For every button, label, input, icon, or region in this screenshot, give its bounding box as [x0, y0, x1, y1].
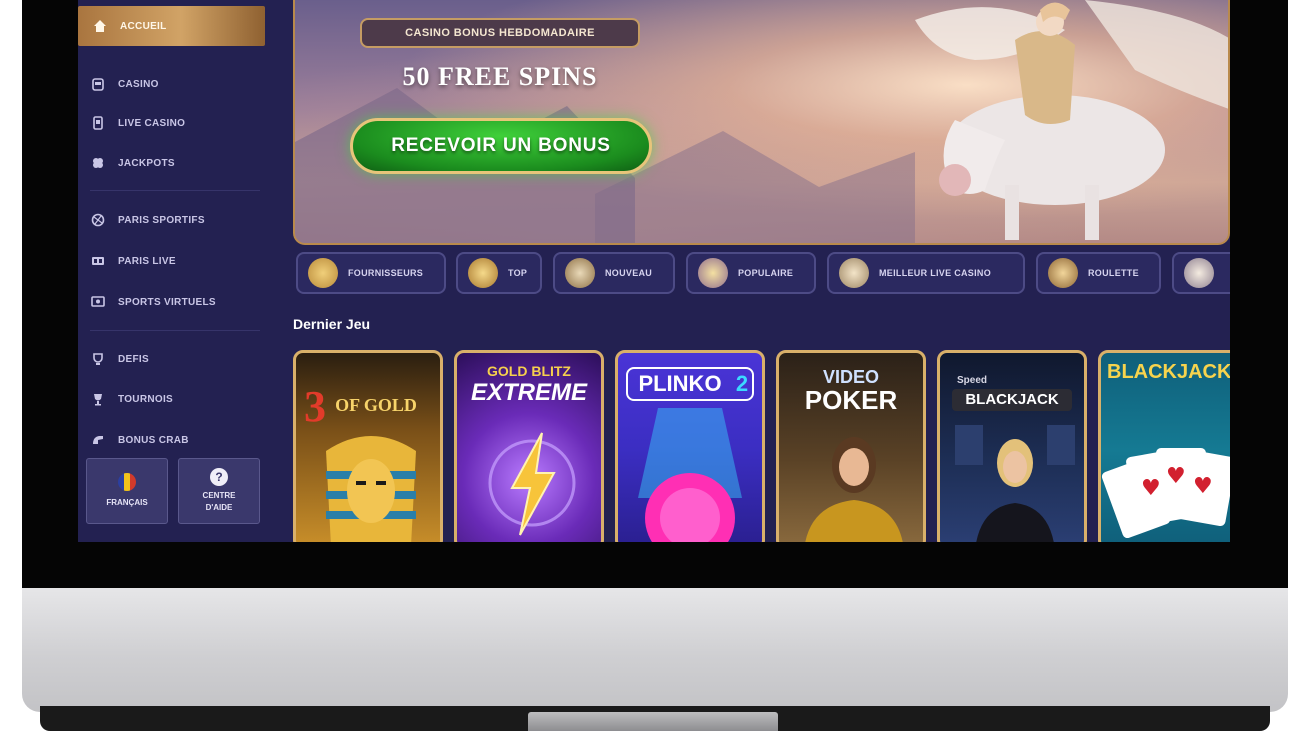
roulette-icon [1048, 258, 1078, 288]
sidebar-item-label: PARIS LIVE [118, 255, 176, 267]
crown-icon [698, 258, 728, 288]
game-title: EXTREME [470, 379, 587, 406]
chips-icon [839, 258, 869, 288]
sidebar-item-jackpots[interactable]: JACKPOTS [90, 151, 175, 175]
cup-icon [90, 391, 106, 407]
game-title: POKER [804, 385, 898, 415]
svg-text:♥: ♥ [1193, 474, 1213, 499]
help-label-line1: CENTRE [202, 491, 236, 500]
sidebar-item-casino[interactable]: CASINO [90, 72, 159, 96]
lightning-icon [488, 432, 576, 536]
category-roulette[interactable]: ROULETTE [1036, 252, 1161, 294]
help-center-button[interactable]: ? CENTRE D'AIDE [178, 458, 260, 524]
help-label-line2: D'AIDE [205, 503, 233, 512]
pharaoh-art [326, 436, 416, 542]
category-more[interactable] [1172, 252, 1230, 294]
scoreboard-icon [90, 253, 106, 269]
sidebar-divider [90, 190, 260, 191]
category-label: TOP [508, 268, 528, 278]
sidebar-item-label: LIVE CASINO [118, 117, 186, 129]
category-fournisseurs[interactable]: FOURNISSEURS [296, 252, 446, 294]
sidebar-item-label: DEFIS [118, 353, 149, 365]
receive-bonus-label: RECEVOIR UN BONUS [391, 135, 611, 156]
game-title: BLACKJACK [1107, 361, 1230, 383]
category-label: NOUVEAU [605, 268, 653, 278]
flag-icon [118, 473, 136, 491]
category-top[interactable]: TOP [456, 252, 542, 294]
plinko-art [638, 408, 742, 542]
crab-icon [90, 432, 106, 448]
sidebar-item-sports-virtuels[interactable]: SPORTS VIRTUELS [90, 290, 216, 314]
sidebar-item-label: ACCUEIL [120, 20, 167, 32]
game-tile-video-poker[interactable]: VIDEO POKER [776, 350, 926, 542]
category-label: FOURNISSEURS [348, 268, 424, 278]
home-icon [92, 18, 108, 34]
ball-icon [90, 212, 106, 228]
sidebar: ACCUEIL CASINO LIVE CASINO JACKPOTS PARI… [78, 0, 274, 542]
game-title: Speed [956, 375, 987, 386]
scroll-icon [308, 258, 338, 288]
game-tile-3-of-gold[interactable]: 3 OF GOLD [293, 350, 443, 542]
promo-banner[interactable]: CASINO BONUS HEBDOMADAIRE 50 FREE SPINS … [293, 0, 1230, 245]
receive-bonus-button[interactable]: RECEVOIR UN BONUS [350, 118, 652, 174]
game-title: BLACKJACK [965, 391, 1059, 408]
game-title: OF GOLD [335, 395, 417, 415]
trophy-icon [90, 351, 106, 367]
game-tile-plinko[interactable]: PLINKO 2 [615, 350, 765, 542]
language-label: FRANÇAIS [106, 498, 148, 507]
game-tile-gold-blitz-extreme[interactable]: GOLD BLITZ EXTREME [454, 350, 604, 542]
dice-icon [1184, 258, 1214, 288]
sidebar-item-tournois[interactable]: TOURNOIS [90, 387, 173, 411]
sidebar-item-label: CASINO [118, 78, 159, 90]
category-label: POPULAIRE [738, 268, 794, 278]
sidebar-item-defis[interactable]: DEFIS [90, 347, 149, 371]
category-label: MEILLEUR LIVE CASINO [879, 268, 992, 278]
category-nouveau[interactable]: NOUVEAU [553, 252, 675, 294]
svg-text:♥: ♥ [1166, 464, 1186, 489]
dealer-portrait [955, 425, 1075, 542]
game-title: 2 [735, 371, 749, 396]
svg-text:♥: ♥ [1141, 476, 1161, 501]
sidebar-item-label: BONUS CRAB [118, 434, 189, 446]
pegasus-illustration [915, 0, 1228, 240]
wings-icon [468, 258, 498, 288]
category-bar: FOURNISSEURS TOP NOUVEAU POPULAIRE MEILL… [296, 252, 1230, 294]
section-title: Dernier Jeu [293, 316, 371, 332]
screen: ACCUEIL CASINO LIVE CASINO JACKPOTS PARI… [78, 0, 1230, 542]
sidebar-item-paris-live[interactable]: PARIS LIVE [90, 249, 176, 273]
trophy-icon [565, 258, 595, 288]
clover-icon [90, 155, 106, 171]
sidebar-item-label: PARIS SPORTIFS [118, 214, 205, 226]
sidebar-item-label: TOURNOIS [118, 393, 173, 405]
slot-machine-icon [90, 76, 106, 92]
sidebar-item-label: JACKPOTS [118, 157, 175, 169]
monitor-stand [22, 588, 1288, 712]
category-populaire[interactable]: POPULAIRE [686, 252, 816, 294]
dealer-portrait [805, 437, 903, 542]
game-row: 3 OF GOLD GOLD BLITZ EXTREME PLINKO 2 VI… [293, 350, 1230, 542]
sidebar-item-accueil[interactable]: ACCUEIL [78, 6, 265, 46]
category-label: ROULETTE [1088, 268, 1139, 278]
game-tile-speed-blackjack[interactable]: Speed BLACKJACK [937, 350, 1087, 542]
promo-tag-label: CASINO BONUS HEBDOMADAIRE [405, 27, 595, 39]
promo-tag: CASINO BONUS HEBDOMADAIRE [360, 18, 640, 48]
virtual-screen-icon [90, 294, 106, 310]
sidebar-divider [90, 330, 260, 331]
promo-title: 50 FREE SPINS [402, 62, 598, 91]
phone-icon [90, 115, 106, 131]
game-title: GOLD BLITZ [487, 363, 571, 379]
game-tile-blackjack[interactable]: BLACKJACK ♥ ♥ ♥ [1098, 350, 1230, 542]
sidebar-item-label: SPORTS VIRTUELS [118, 296, 216, 308]
sidebar-item-bonus-crab[interactable]: BONUS CRAB [90, 428, 189, 452]
playing-cards-art: ♥ ♥ ♥ [1101, 448, 1230, 539]
language-button[interactable]: FRANÇAIS [86, 458, 168, 524]
stand-foot [528, 712, 778, 731]
question-icon: ? [210, 468, 228, 486]
category-meilleur-live-casino[interactable]: MEILLEUR LIVE CASINO [827, 252, 1025, 294]
sidebar-item-paris-sportifs[interactable]: PARIS SPORTIFS [90, 208, 205, 232]
sidebar-item-live-casino[interactable]: LIVE CASINO [90, 111, 185, 135]
